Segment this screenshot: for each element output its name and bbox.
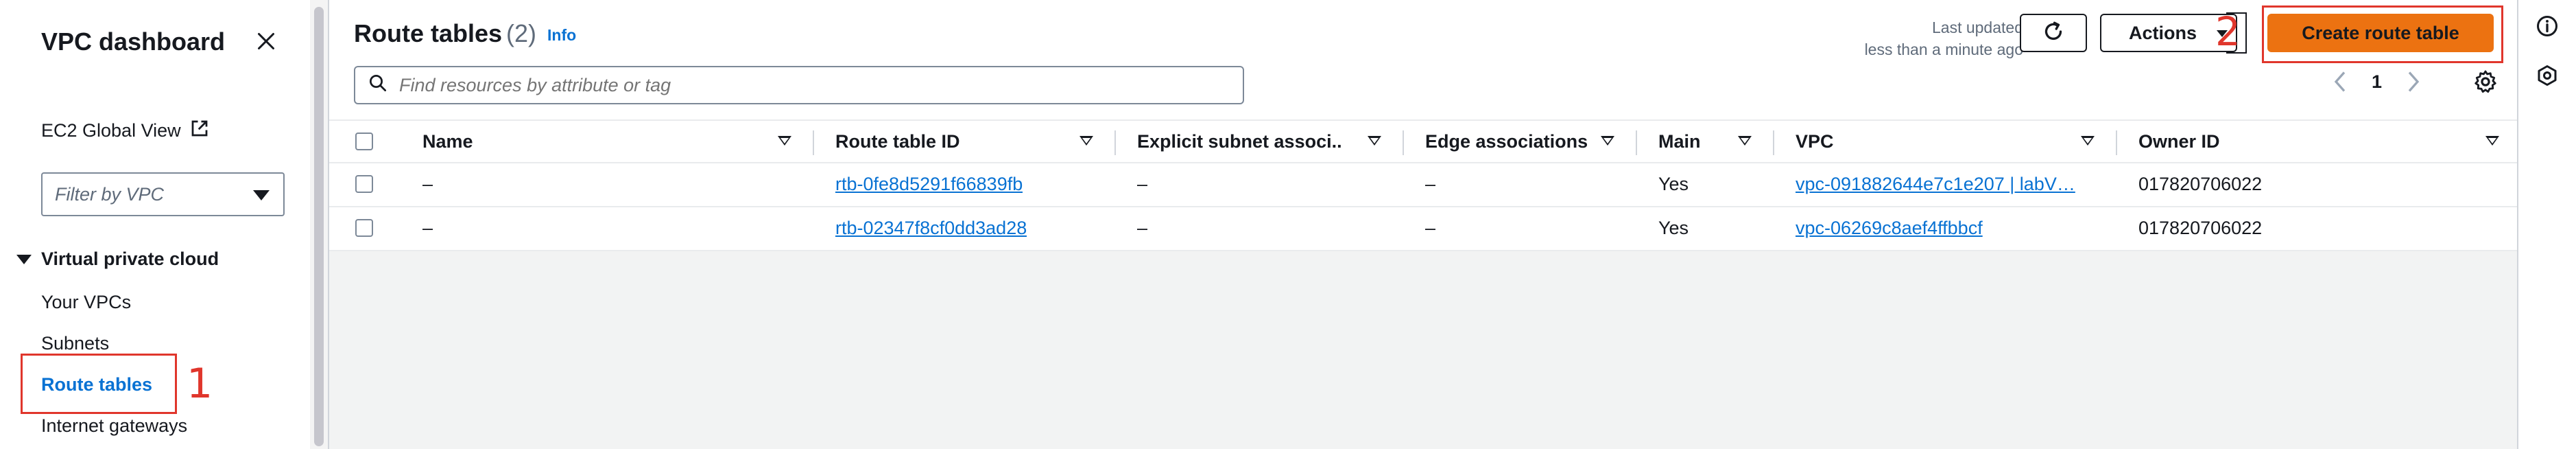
column-header-route-table-id[interactable]: Route table ID [835,121,960,162]
refresh-icon [2041,19,2066,47]
external-link-icon [189,118,210,143]
sort-caret-icon[interactable] [2485,136,2499,146]
chevron-left-icon[interactable] [2332,69,2348,94]
sidebar-scrollbar[interactable] [310,0,328,449]
vpc-link[interactable]: vpc-06269c8aef4ffbbcf [1796,218,1983,239]
cell-route-table-id: rtb-02347f8cf0dd3ad28 [835,207,1027,249]
column-divider[interactable] [1773,130,1774,155]
cell-explicit-subnet: – [1137,217,1148,238]
sidebar-title: VPC dashboard [41,27,226,56]
last-updated: Last updated less than a minute ago [1817,16,2023,60]
route-table-id-link[interactable]: rtb-0fe8d5291f66839fb [835,174,1023,195]
cell-name: – [422,217,433,238]
page-title: Route tables (2) [354,19,536,48]
cell-main: Yes [1658,173,1689,194]
main-content: Route tables (2) Info Last updated less t… [329,0,2517,449]
sort-caret-icon[interactable] [1601,136,1614,146]
route-table-id-link[interactable]: rtb-02347f8cf0dd3ad28 [835,218,1027,239]
chevron-right-icon[interactable] [2405,69,2422,94]
info-link[interactable]: Info [547,26,576,45]
route-tables-panel: Route tables (2) Info Last updated less t… [329,0,2517,251]
cell-owner-id: 017820706022 [2138,217,2263,238]
select-all-checkbox[interactable] [355,133,373,150]
right-rail [2518,0,2576,449]
sort-caret-icon[interactable] [778,136,791,146]
annotation-highlight-route-tables [21,354,177,414]
cell-explicit-subnet: – [1137,173,1148,194]
sidebar-item-your-vpcs[interactable]: Your VPCs [41,292,131,313]
table-row[interactable]: – rtb-0fe8d5291f66839fb – – Yes vpc-0918… [329,163,2517,207]
caret-down-icon [253,190,270,200]
sidebar-item-internet-gateways[interactable]: Internet gateways [41,415,187,437]
cell-edge-associations: – [1425,217,1436,238]
search-field[interactable] [354,66,1244,104]
page-number[interactable]: 1 [2372,71,2382,93]
column-divider[interactable] [813,130,814,155]
page-title-text: Route tables [354,19,503,47]
cell-vpc: vpc-091882644e7c1e207 | labV… [1796,163,2097,205]
sidebar-item-subnets[interactable]: Subnets [41,333,109,354]
column-divider[interactable] [2116,130,2117,155]
close-icon[interactable] [254,29,278,54]
sort-caret-icon[interactable] [1368,136,1381,146]
column-header-explicit-subnet[interactable]: Explicit subnet associ... [1137,121,1343,162]
annotation-number-1: 1 [187,360,213,408]
table-row[interactable]: – rtb-02347f8cf0dd3ad28 – – Yes vpc-0626… [329,207,2517,251]
column-divider[interactable] [1403,130,1404,155]
scrollbar-thumb[interactable] [314,7,324,446]
annotation-highlight-create [2262,5,2503,63]
sort-caret-icon[interactable] [1738,136,1752,146]
vpc-link[interactable]: vpc-091882644e7c1e207 | labV… [1796,174,2075,195]
ec2-global-view-link[interactable]: EC2 Global View [41,118,210,143]
cell-edge-associations: – [1425,173,1436,194]
annotation-number-2: 2 [2215,8,2241,55]
settings-icon[interactable] [2472,69,2499,95]
row-checkbox[interactable] [355,175,373,193]
row-checkbox-cell [355,207,383,249]
column-header-owner-id[interactable]: Owner ID [2138,121,2220,162]
sidebar: VPC dashboard EC2 Global View Filter by … [0,0,310,449]
actions-label: Actions [2129,22,2197,43]
column-header-edge-associations[interactable]: Edge associations [1425,121,1588,162]
section-label: Virtual private cloud [41,249,219,269]
refresh-button[interactable] [2020,14,2087,52]
vpc-filter-placeholder: Filter by VPC [55,183,165,205]
column-header-vpc[interactable]: VPC [1796,121,1834,162]
cell-route-table-id: rtb-0fe8d5291f66839fb [835,163,1023,205]
info-icon[interactable] [2535,14,2560,38]
sort-caret-icon[interactable] [2081,136,2095,146]
search-icon [368,73,388,98]
cell-main: Yes [1658,217,1689,238]
row-checkbox-cell [355,163,383,205]
column-header-main[interactable]: Main [1658,121,1701,162]
last-updated-label: Last updated [1931,19,2023,36]
last-updated-value: less than a minute ago [1864,41,2023,58]
cell-owner-id: 017820706022 [2138,173,2263,194]
column-divider[interactable] [1114,130,1116,155]
column-divider[interactable] [1636,130,1637,155]
ec2-global-view-label: EC2 Global View [41,120,181,141]
route-tables-table: Name Route table ID Explicit subnet asso… [329,119,2517,251]
caret-down-icon [16,254,32,264]
cell-name: – [422,173,433,194]
sort-caret-icon[interactable] [1080,136,1093,146]
search-input[interactable] [399,74,1222,96]
row-checkbox[interactable] [355,219,373,237]
pagination: 1 [2332,69,2499,95]
section-virtual-private-cloud[interactable]: Virtual private cloud [16,249,219,270]
feedback-icon[interactable] [2535,63,2560,88]
column-header-name[interactable]: Name [422,121,473,162]
table-header: Name Route table ID Explicit subnet asso… [329,119,2517,163]
select-all-checkbox-cell [355,121,383,162]
vpc-filter-select[interactable]: Filter by VPC [41,172,285,216]
cell-vpc: vpc-06269c8aef4ffbbcf [1796,207,2097,249]
page-title-count: (2) [506,19,537,47]
